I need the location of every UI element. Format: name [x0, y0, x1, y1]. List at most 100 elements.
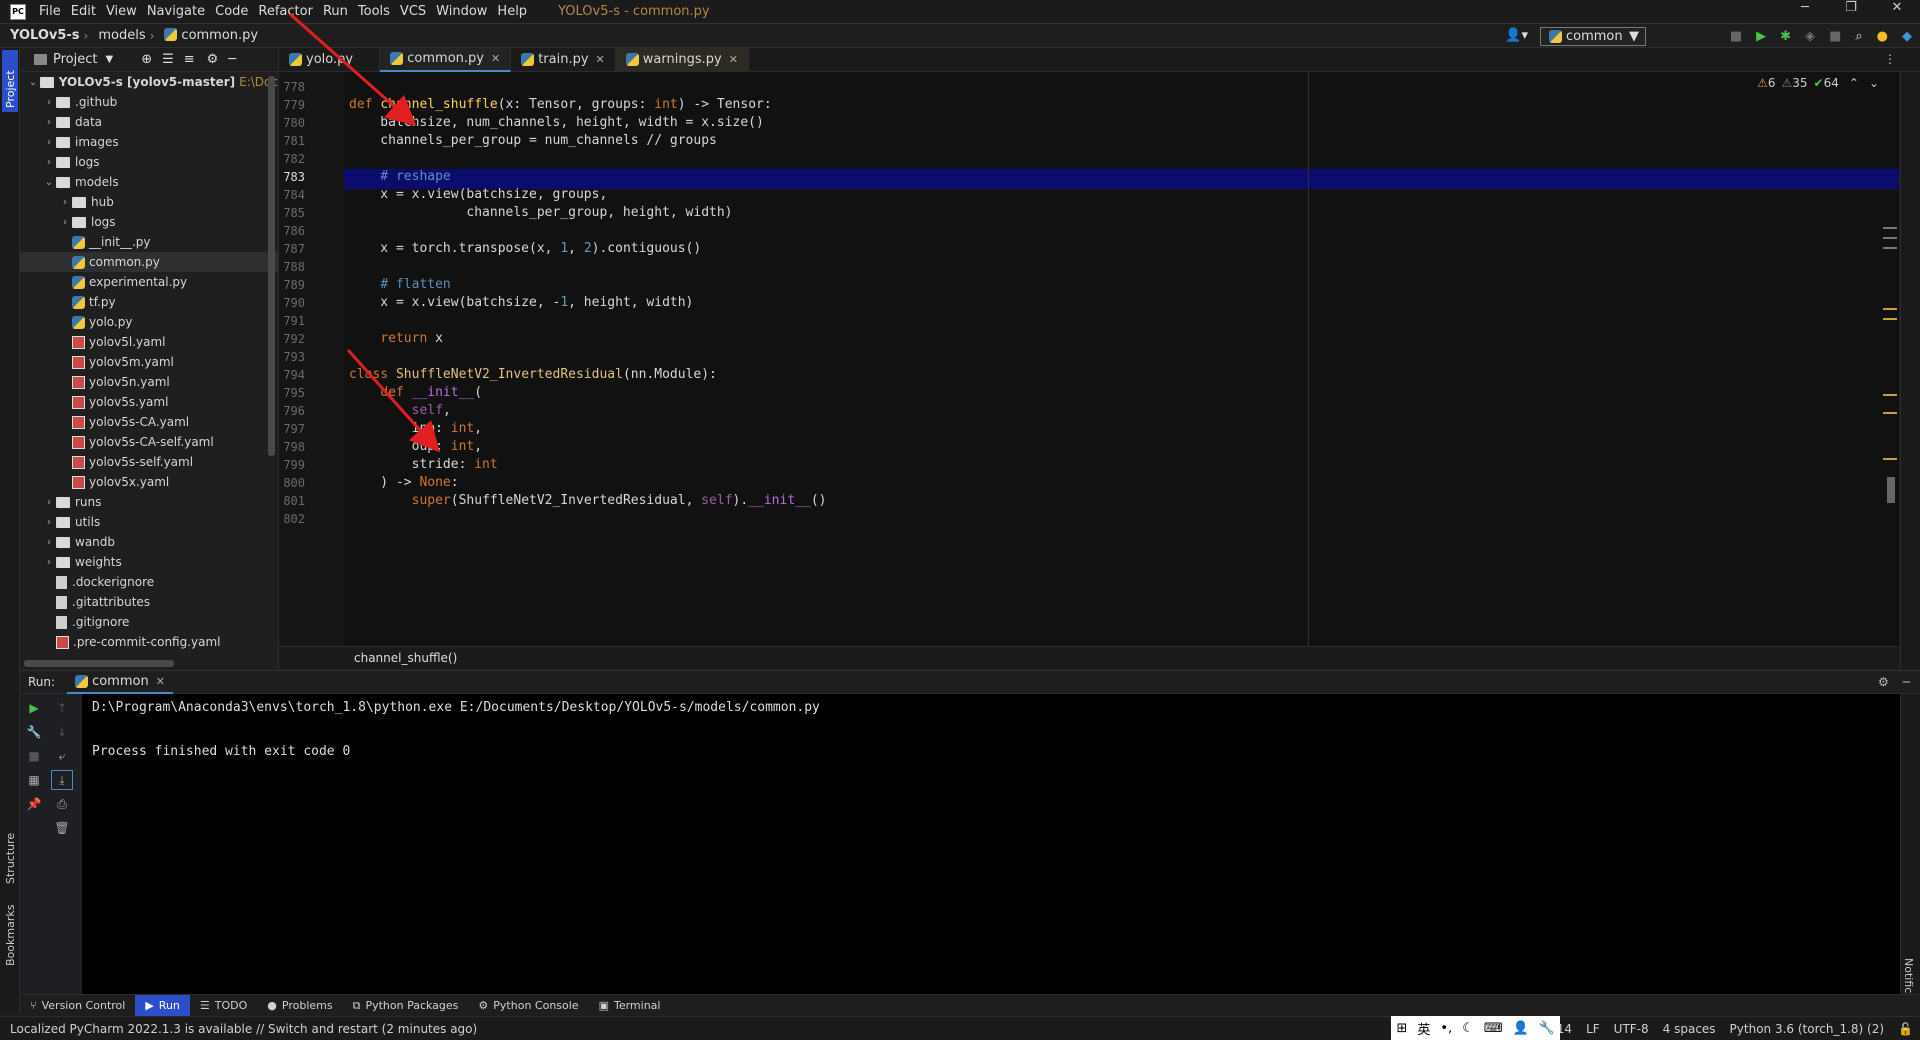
rerun-icon[interactable]: ▶: [23, 698, 45, 718]
trash-icon[interactable]: 🗑: [51, 818, 73, 838]
hide-icon[interactable]: ─: [1903, 675, 1910, 689]
tree-item[interactable]: yolov5s-CA.yaml: [20, 412, 278, 432]
tree-item[interactable]: .pre-commit-config.yaml: [20, 632, 278, 652]
chevron-right-icon[interactable]: ›: [42, 517, 56, 528]
tree-item[interactable]: yolov5s-self.yaml: [20, 452, 278, 472]
tree-item[interactable]: › .github: [20, 92, 278, 112]
tool-tab-python-packages[interactable]: ⧉ Python Packages: [343, 995, 469, 1017]
settings-icon[interactable]: 🔧: [1534, 1021, 1560, 1036]
project-tool-label[interactable]: Project: [4, 70, 17, 108]
tree-item[interactable]: › runs: [20, 492, 278, 512]
file-encoding[interactable]: UTF-8: [1607, 1022, 1656, 1036]
tree-item[interactable]: yolo.py: [20, 312, 278, 332]
chevron-down-icon[interactable]: ⌄: [42, 177, 56, 188]
run-configuration-select[interactable]: common ▼: [1540, 27, 1646, 46]
breadcrumb-project[interactable]: YOLOv5-s: [0, 28, 84, 43]
menu-item-edit[interactable]: Edit: [66, 4, 101, 19]
pin-icon[interactable]: 📌: [23, 794, 45, 814]
stop-icon[interactable]: ■: [1730, 29, 1742, 44]
tree-scrollbar[interactable]: [268, 76, 275, 456]
tree-item[interactable]: experimental.py: [20, 272, 278, 292]
code-breadcrumb[interactable]: channel_shuffle(): [279, 646, 1899, 668]
tool-tab-problems[interactable]: ● Problems: [257, 995, 342, 1017]
user-icon[interactable]: 👤: [1508, 1021, 1534, 1036]
moon-icon[interactable]: ☾: [1457, 1021, 1479, 1036]
menu-item-view[interactable]: View: [101, 4, 142, 19]
menu-item-refactor[interactable]: Refactor: [253, 4, 318, 19]
tree-item[interactable]: yolov5l.yaml: [20, 332, 278, 352]
code-editor[interactable]: 778 779 780 781 782 783 784 785 786 787 788 789 790 7…: [279, 72, 1899, 646]
user-icon[interactable]: 👤▾: [1505, 28, 1528, 43]
chevron-right-icon[interactable]: ›: [42, 97, 56, 108]
tree-item[interactable]: yolov5x.yaml: [20, 472, 278, 492]
tree-item[interactable]: common.py: [20, 252, 278, 272]
tool-tab-python-console[interactable]: ⚙ Python Console: [468, 995, 588, 1017]
chevron-right-icon[interactable]: ›: [42, 497, 56, 508]
restore-icon[interactable]: ❐: [1828, 0, 1874, 15]
chevron-right-icon[interactable]: ›: [58, 197, 72, 208]
chevron-right-icon[interactable]: ›: [42, 537, 56, 548]
gear-icon[interactable]: ⚙: [207, 52, 219, 67]
line-separator[interactable]: LF: [1579, 1022, 1607, 1036]
breadcrumb-file[interactable]: common.py: [154, 28, 262, 43]
more-tabs-icon[interactable]: ⋮: [1884, 52, 1896, 66]
chevron-right-icon[interactable]: ›: [42, 117, 56, 128]
chevron-right-icon[interactable]: ›: [42, 137, 56, 148]
tab-common-py[interactable]: common.py ✕: [380, 47, 512, 72]
tree-hscrollbar[interactable]: [24, 660, 174, 667]
debug-icon[interactable]: ✱: [1780, 29, 1791, 44]
layout-icon[interactable]: ▦: [23, 770, 45, 790]
tree-item[interactable]: ⌄ models: [20, 172, 278, 192]
tree-item[interactable]: yolov5n.yaml: [20, 372, 278, 392]
tree-item[interactable]: yolov5m.yaml: [20, 352, 278, 372]
tab-warnings-py[interactable]: warnings.py ✕: [615, 47, 749, 72]
close-icon[interactable]: ✕: [729, 53, 738, 66]
editor-scrollbar-thumb[interactable]: [1887, 477, 1895, 503]
structure-tool-label[interactable]: Structure: [4, 833, 17, 884]
arrow-down-icon[interactable]: ↓: [51, 722, 73, 742]
jetbrains-toolbox-icon[interactable]: ◆: [1902, 29, 1912, 44]
menu-item-vcs[interactable]: VCS: [395, 4, 431, 19]
locate-icon[interactable]: ⊕: [141, 52, 152, 67]
tree-item[interactable]: yolov5s.yaml: [20, 392, 278, 412]
collapse-all-icon[interactable]: ≡: [184, 52, 195, 67]
stop-icon[interactable]: ■: [23, 746, 45, 766]
gear-icon[interactable]: ⚙: [1878, 675, 1889, 689]
keyboard-icon[interactable]: ⌨: [1479, 1021, 1508, 1036]
stop-all-icon[interactable]: ■: [1829, 29, 1841, 44]
tree-item[interactable]: .gitattributes: [20, 592, 278, 612]
tree-item[interactable]: › utils: [20, 512, 278, 532]
inspection-widget[interactable]: ⚠ 6 ⚠ 35 ✔ 64 ⌃ ⌄: [1757, 76, 1879, 90]
tree-item[interactable]: › hub: [20, 192, 278, 212]
bookmarks-tool-label[interactable]: Bookmarks: [4, 905, 17, 966]
menu-item-run[interactable]: Run: [318, 4, 353, 19]
tab-train-py[interactable]: train.py ✕: [511, 47, 616, 72]
arrow-up-icon[interactable]: ↑: [51, 698, 73, 718]
indent-setting[interactable]: 4 spaces: [1656, 1022, 1723, 1036]
chevron-right-icon[interactable]: ›: [42, 157, 56, 168]
soft-wrap-icon[interactable]: ⤶: [51, 746, 73, 766]
tree-item[interactable]: › logs: [20, 152, 278, 172]
close-icon[interactable]: ✕: [156, 675, 165, 688]
tree-item[interactable]: __init__.py: [20, 232, 278, 252]
tree-item[interactable]: › logs: [20, 212, 278, 232]
chevron-up-icon[interactable]: ⌃: [1849, 76, 1859, 90]
menu-item-code[interactable]: Code: [210, 4, 253, 19]
tool-tab-run[interactable]: ▶ Run: [135, 994, 190, 1017]
python-interpreter[interactable]: Python 3.6 (torch_1.8) (2): [1723, 1022, 1892, 1036]
menu-item-tools[interactable]: Tools: [353, 4, 395, 19]
print-icon[interactable]: ⎙: [51, 794, 73, 814]
run-tab-common[interactable]: common ✕: [67, 670, 173, 694]
chevron-right-icon[interactable]: ›: [42, 557, 56, 568]
menu-item-window[interactable]: Window: [431, 4, 492, 19]
breadcrumb-models[interactable]: models: [88, 28, 149, 43]
tree-item[interactable]: › images: [20, 132, 278, 152]
tree-item[interactable]: › data: [20, 112, 278, 132]
lock-icon[interactable]: 🔓: [1891, 1022, 1920, 1036]
tree-item[interactable]: yolov5s-CA-self.yaml: [20, 432, 278, 452]
tree-item[interactable]: .gitignore: [20, 612, 278, 632]
wrench-icon[interactable]: 🔧: [23, 722, 45, 742]
minimize-icon[interactable]: ─: [1782, 0, 1828, 15]
close-icon[interactable]: ✕: [1874, 0, 1920, 15]
tab-yolo-py[interactable]: yolo.py✕: [279, 47, 381, 72]
